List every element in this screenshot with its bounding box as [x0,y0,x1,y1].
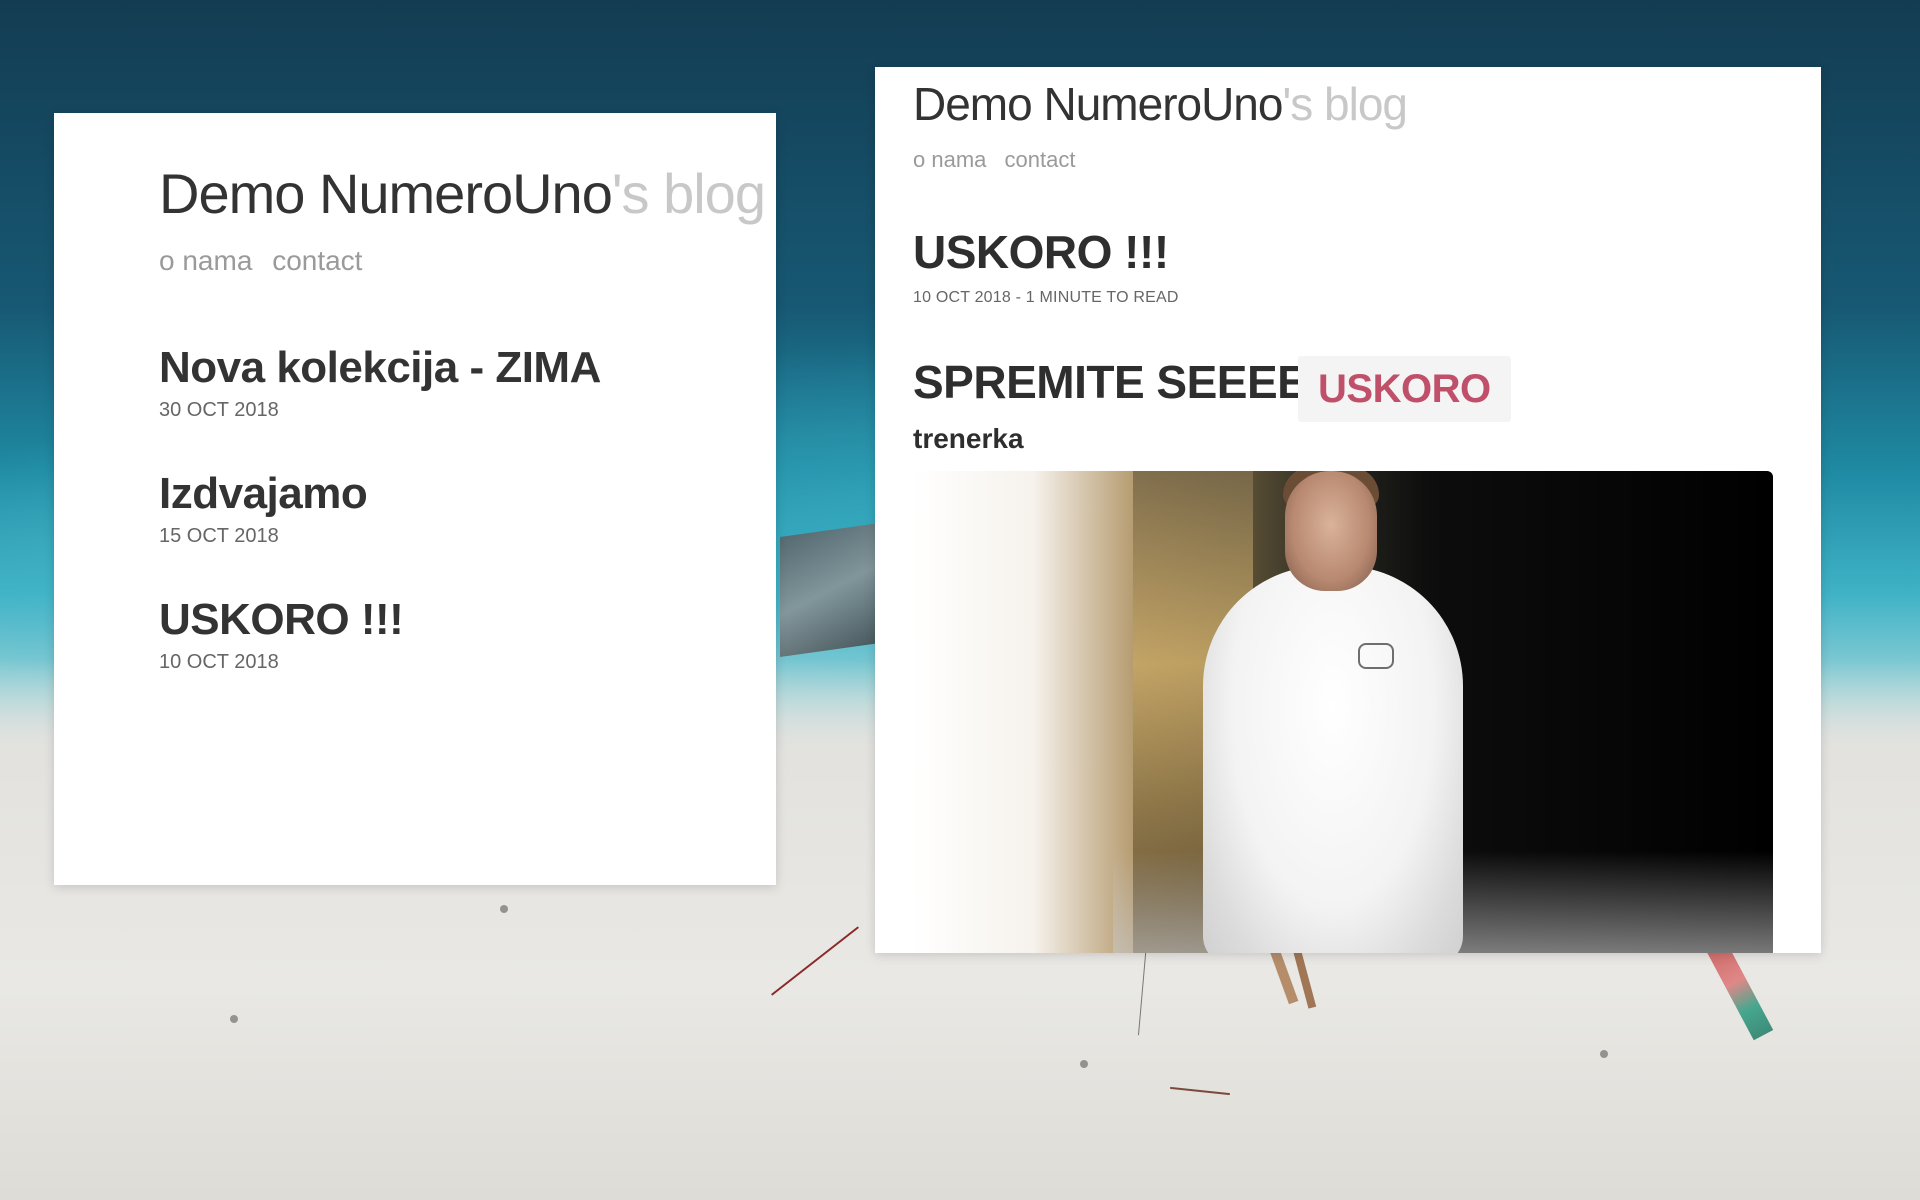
site-nav: o nama contact [159,245,374,277]
tracksuit-logo [1358,643,1394,669]
debris [1600,1050,1608,1058]
post-title-link[interactable]: Izdvajamo [159,469,368,519]
debris [230,1015,238,1023]
article-image [913,471,1773,953]
blog-index-window: Demo NumeroUno's blog o nama contact Nov… [54,113,776,885]
post-title-link[interactable]: USKORO !!! [159,595,404,645]
photo-model-tracksuit [1203,566,1463,953]
highlight-badge: USKORO [1298,356,1511,422]
post-list-item: Izdvajamo 15 OCT 2018 [159,469,368,548]
site-title-suffix: 's blog [1282,78,1408,130]
nav-link-o-nama[interactable]: o nama [913,147,986,172]
site-nav: o nama contact [913,147,1087,173]
post-list-item: Nova kolekcija - ZIMA 30 OCT 2018 [159,343,601,422]
site-title[interactable]: Demo NumeroUno's blog [159,161,766,226]
post-list-item: USKORO !!! 10 OCT 2018 [159,595,404,674]
post-title-link[interactable]: Nova kolekcija - ZIMA [159,343,601,393]
article-meta: 10 OCT 2018 - 1 MINUTE TO READ [913,289,1179,306]
nav-link-o-nama[interactable]: o nama [159,245,252,276]
photo-model-head [1285,471,1377,591]
pier [780,522,880,658]
nav-link-contact[interactable]: contact [272,245,362,276]
article-title: USKORO !!! [913,226,1169,278]
article-window: Demo NumeroUno's blog o nama contact USK… [875,67,1821,953]
article-headline: SPREMITE SEEEEE, [913,356,1350,408]
site-title[interactable]: Demo NumeroUno's blog [913,77,1408,131]
debris [1080,1060,1088,1068]
site-title-suffix: 's blog [611,162,766,225]
post-date: 10 OCT 2018 [159,651,279,673]
post-date: 30 OCT 2018 [159,399,279,421]
site-title-main: Demo NumeroUno [913,78,1283,130]
article-subheading: trenerka [913,423,1024,454]
nav-link-contact[interactable]: contact [1005,147,1076,172]
debris [500,905,508,913]
post-date: 15 OCT 2018 [159,525,279,547]
site-title-main: Demo NumeroUno [159,162,613,225]
